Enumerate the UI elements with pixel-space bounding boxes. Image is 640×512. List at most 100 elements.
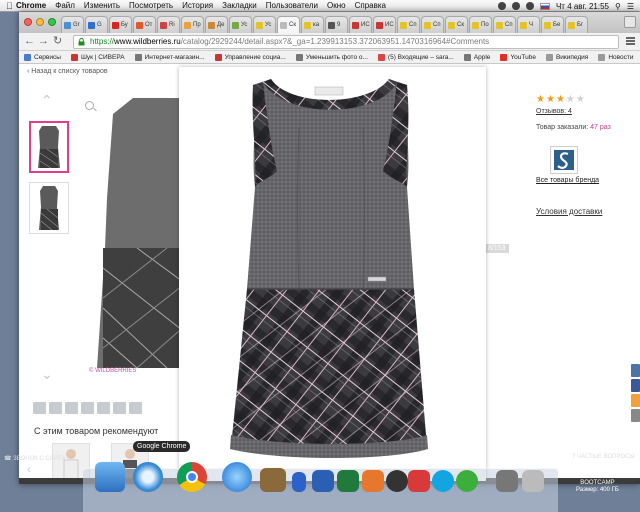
browser-tab[interactable]: Gr [61,16,84,33]
menu-people[interactable]: Пользователи [266,1,318,10]
recommendations-prev-icon[interactable]: ‹ [27,462,31,476]
menu-edit[interactable]: Изменить [84,1,120,10]
browser-tab[interactable]: От [133,16,156,33]
bookmark-item[interactable]: Уменьшить фото о... [295,53,368,61]
safari-icon[interactable] [133,462,163,492]
product-thumbnail[interactable] [29,121,69,173]
input-language-flag-icon[interactable] [539,2,550,10]
browser-tab[interactable]: По [469,16,492,33]
bluetooth-app-icon[interactable] [292,472,306,492]
facebook-side-button[interactable] [631,379,640,392]
close-window-icon[interactable] [24,18,32,26]
kindle-icon[interactable] [362,470,384,492]
browser-tab[interactable]: Бг [565,16,588,33]
odnoklassniki-share-icon[interactable] [97,402,110,414]
bluetooth-icon[interactable] [497,2,506,10]
back-to-list-link[interactable]: ‹ Назад к списку товаров [27,68,108,75]
camera-app-icon[interactable] [386,470,408,492]
preview-icon[interactable] [496,470,518,492]
browser-tab[interactable]: Де [205,16,228,33]
browser-tab[interactable]: ИС [373,16,396,33]
browser-tab[interactable]: Ч [517,16,540,33]
forward-arrow-icon[interactable]: → [38,36,49,47]
bootcamp-drive-label[interactable]: BOOTCAMP Размер: 400 ГБ [576,480,619,494]
volume-icon[interactable] [525,2,534,10]
faq-link[interactable]: ? ЧАСТЫЕ ВОПРОСЫ [572,454,635,460]
star-icon[interactable]: ★ [576,94,586,105]
wifi-icon[interactable] [511,2,520,10]
star-icon[interactable]: ★ [546,94,556,105]
browser-tab[interactable]: ИС [349,16,372,33]
menu-clock[interactable]: Чт 4 авг. 21:55 [556,2,609,11]
all-brand-products-link[interactable]: Все товары бренда [536,177,599,184]
menu-bookmarks[interactable]: Закладки [222,1,257,10]
utorrent-icon[interactable] [456,470,478,492]
browser-tab[interactable]: Ус [253,16,276,33]
reviews-link[interactable]: Отзывов: 4 [536,108,572,115]
callback-request-link[interactable]: ☎ ЗВОНОК С САЙТА [4,455,65,462]
apple-menu-icon[interactable]:  [6,1,16,11]
iphoto-icon[interactable] [260,468,286,492]
delivery-terms-link[interactable]: Условия доставки [536,207,602,216]
image-lightbox[interactable] [179,67,486,481]
browser-tab[interactable]: Сп [493,16,516,33]
chrome-icon[interactable] [177,462,207,492]
browser-tab[interactable]: Ск [445,16,468,33]
bookmark-item[interactable]: Википедия [545,53,588,61]
browser-tab[interactable]: G [85,16,108,33]
menu-view[interactable]: Посмотреть [129,1,173,10]
twitter-share-icon[interactable] [65,402,78,414]
notification-center-icon[interactable]: ☰ [627,2,634,11]
browser-tab[interactable]: ка [301,16,324,33]
browser-tab[interactable]: Бе [541,16,564,33]
trash-icon[interactable] [522,470,544,492]
chrome-menu-icon[interactable] [626,37,635,45]
finder-icon[interactable] [95,462,125,492]
product-thumbnail[interactable] [29,182,69,234]
menu-history[interactable]: История [182,1,213,10]
spotlight-search-icon[interactable]: ⚲ [615,2,621,11]
star-icon[interactable]: ★ [556,94,566,105]
bookmark-item[interactable]: Apple [463,53,490,61]
bookmark-item[interactable]: (5) Входящие – sara... [377,53,454,61]
mailru-share-icon[interactable] [81,402,94,414]
menu-window[interactable]: Окно [327,1,346,10]
reload-icon[interactable]: ↻ [53,36,62,47]
bookmark-item[interactable]: YouTube [500,53,536,61]
excel-icon[interactable] [337,470,359,492]
profile-icon[interactable] [624,16,636,28]
mail-app-icon[interactable] [408,470,430,492]
browser-tab[interactable]: Бу [109,16,132,33]
bookmark-item[interactable]: Сервисы [24,53,61,61]
zoom-magnifier-icon[interactable] [85,101,94,110]
odnoklassniki-side-button[interactable] [631,394,640,407]
thumbs-up-chevron-icon[interactable]: ⌃ [41,92,53,109]
livejournal-share-icon[interactable] [113,402,126,414]
feedback-side-button[interactable] [631,409,640,422]
browser-tab[interactable]: Пр [181,16,204,33]
back-arrow-icon[interactable]: ← [24,36,35,47]
bookmark-item[interactable]: Шук | СИВЕРА [70,53,125,61]
menu-file[interactable]: Файл [55,1,75,10]
star-icon[interactable]: ★ [566,94,576,105]
browser-tab[interactable]: Ri [157,16,180,33]
address-bar[interactable]: https://www.wildberries.ru/catalog/29292… [73,35,619,49]
browser-tab[interactable]: Ск [277,16,300,33]
browser-tab[interactable]: 9 [325,16,348,33]
browser-tab[interactable]: Сп [421,16,444,33]
skype-icon[interactable] [432,470,454,492]
brand-logo[interactable] [550,146,578,174]
minimize-window-icon[interactable] [36,18,44,26]
thumbs-down-chevron-icon[interactable]: ⌄ [41,366,53,383]
bookmark-item[interactable]: Интернет-магазин... [134,53,205,61]
bookmark-item[interactable]: Новости [598,53,634,61]
facebook-share-icon[interactable] [49,402,62,414]
zoom-window-icon[interactable] [48,18,56,26]
menu-help[interactable]: Справка [355,1,386,10]
browser-tab[interactable]: Ус [229,16,252,33]
word-icon[interactable] [312,470,334,492]
star-icon[interactable]: ★ [536,94,546,105]
vk-side-button[interactable] [631,364,640,377]
email-share-icon[interactable] [129,402,142,414]
bookmark-item[interactable]: Управление социа... [214,53,286,61]
